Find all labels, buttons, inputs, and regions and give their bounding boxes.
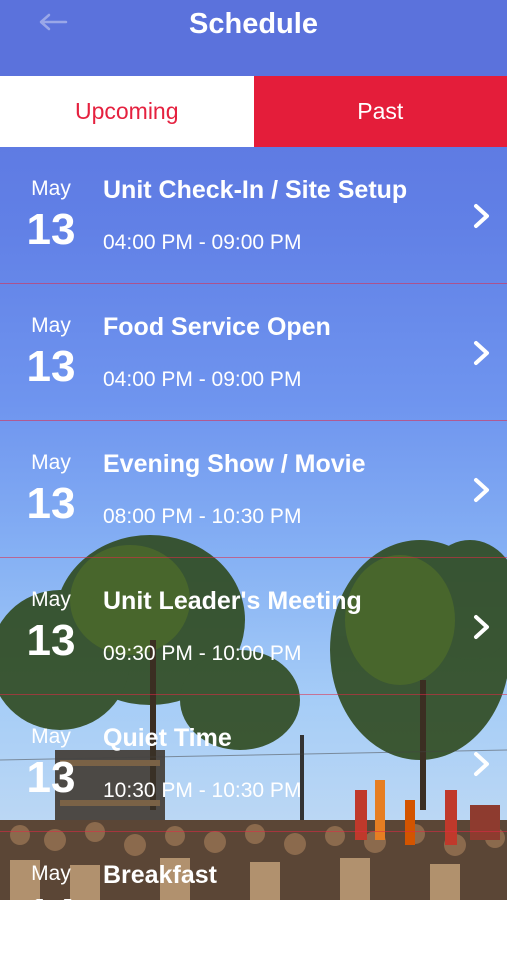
- event-list: May 13 Unit Check-In / Site Setup 04:00 …: [0, 147, 507, 968]
- chevron-right-icon: [471, 476, 493, 504]
- event-time: 08:00 PM - 10:30 PM: [103, 505, 301, 529]
- event-row[interactable]: May 14 Breakfast: [0, 832, 507, 968]
- chevron-right-icon: [471, 339, 493, 367]
- event-month: May: [26, 862, 76, 886]
- event-month: May: [26, 314, 76, 338]
- event-day: 13: [22, 753, 80, 803]
- schedule-tabs: Upcoming Past: [0, 76, 507, 147]
- event-title: Food Service Open: [103, 313, 331, 342]
- tab-upcoming[interactable]: Upcoming: [0, 76, 254, 147]
- event-time: 10:30 PM - 10:30 PM: [103, 779, 301, 803]
- event-day: 13: [22, 616, 80, 666]
- page-title: Schedule: [0, 8, 507, 41]
- tab-past[interactable]: Past: [254, 76, 507, 147]
- event-month: May: [26, 725, 76, 749]
- event-day: 14: [22, 890, 80, 940]
- event-row[interactable]: May 13 Unit Check-In / Site Setup 04:00 …: [0, 147, 507, 284]
- event-day: 13: [22, 479, 80, 529]
- event-month: May: [26, 177, 76, 201]
- chevron-right-icon: [471, 750, 493, 778]
- event-time: 09:30 PM - 10:00 PM: [103, 642, 301, 666]
- event-title: Breakfast: [103, 861, 217, 890]
- top-bar: Schedule: [0, 0, 507, 76]
- event-row[interactable]: May 13 Evening Show / Movie 08:00 PM - 1…: [0, 421, 507, 558]
- event-title: Evening Show / Movie: [103, 450, 366, 479]
- event-row[interactable]: May 13 Unit Leader's Meeting 09:30 PM - …: [0, 558, 507, 695]
- event-title: Unit Leader's Meeting: [103, 587, 362, 616]
- chevron-right-icon: [471, 613, 493, 641]
- event-time: 04:00 PM - 09:00 PM: [103, 368, 301, 392]
- event-month: May: [26, 451, 76, 475]
- event-day: 13: [22, 205, 80, 255]
- event-row[interactable]: May 13 Food Service Open 04:00 PM - 09:0…: [0, 284, 507, 421]
- event-day: 13: [22, 342, 80, 392]
- event-month: May: [26, 588, 76, 612]
- chevron-right-icon: [471, 202, 493, 230]
- event-row[interactable]: May 13 Quiet Time 10:30 PM - 10:30 PM: [0, 695, 507, 832]
- event-time: 04:00 PM - 09:00 PM: [103, 231, 301, 255]
- event-title: Quiet Time: [103, 724, 232, 753]
- event-title: Unit Check-In / Site Setup: [103, 176, 407, 205]
